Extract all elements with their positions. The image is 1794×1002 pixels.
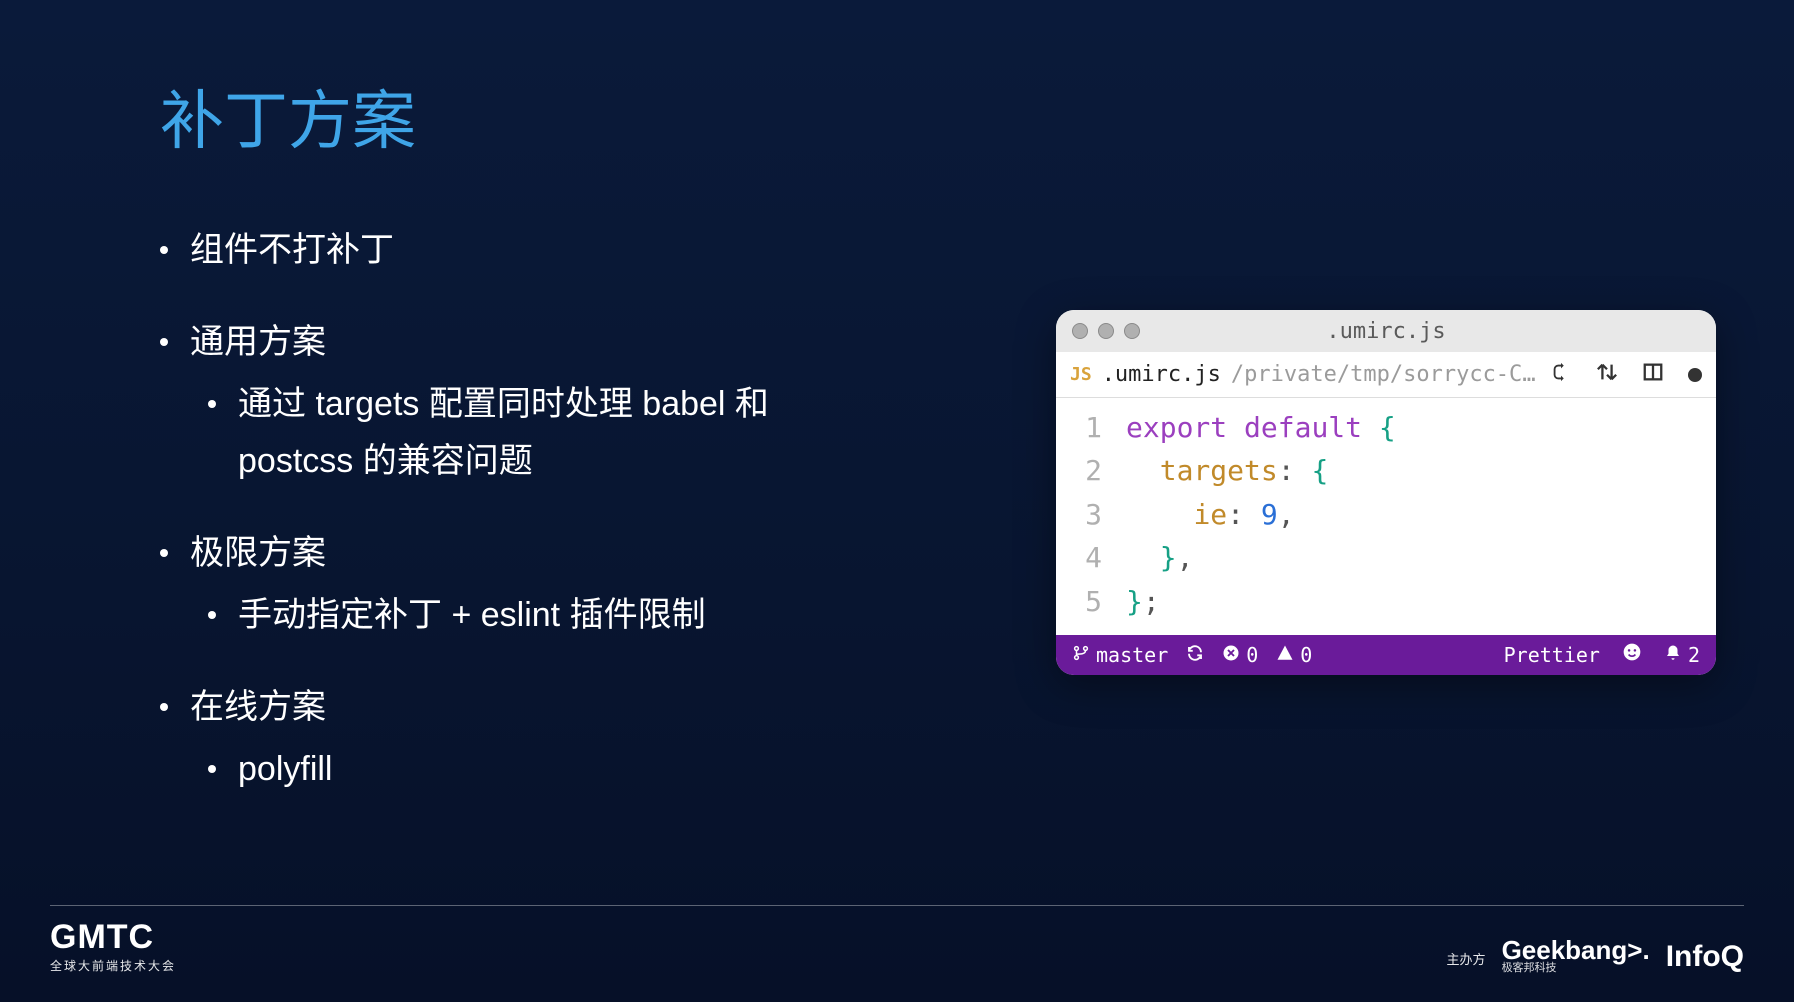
line-number: 3 bbox=[1056, 493, 1126, 536]
gmtc-text: GMTC bbox=[50, 918, 176, 957]
split-editor-icon[interactable] bbox=[1642, 361, 1664, 389]
notifications[interactable]: 2 bbox=[1664, 643, 1700, 667]
warnings-count[interactable]: 0 bbox=[1276, 643, 1312, 667]
gmtc-subtitle: 全球大前端技术大会 bbox=[50, 957, 176, 974]
editor-tabbar: JS .umirc.js /private/tmp/sorrycc-CB... bbox=[1056, 352, 1716, 398]
list-item: 组件不打补丁 bbox=[160, 222, 1634, 280]
bullet-icon bbox=[160, 549, 168, 557]
bullet-text: 通过 targets 配置同时处理 babel 和 postcss 的兼容问题 bbox=[238, 376, 798, 492]
geekbang-logo: Geekbang>. 极客邦科技 bbox=[1502, 937, 1650, 974]
error-icon bbox=[1222, 643, 1240, 667]
code-content: }; bbox=[1126, 580, 1716, 623]
code-line: 3 ie: 9, bbox=[1056, 493, 1716, 536]
code-line: 5 }; bbox=[1056, 580, 1716, 623]
warning-icon bbox=[1276, 643, 1294, 667]
sync-icon bbox=[1186, 643, 1204, 667]
code-content: }, bbox=[1126, 536, 1716, 579]
code-line: 1 export default { bbox=[1056, 406, 1716, 449]
line-number: 2 bbox=[1056, 449, 1126, 492]
bullet-text: 通用方案 bbox=[190, 314, 326, 372]
notifications-count: 2 bbox=[1688, 643, 1700, 667]
bullet-icon bbox=[208, 765, 216, 773]
line-number: 5 bbox=[1056, 580, 1126, 623]
branch-name: master bbox=[1096, 643, 1168, 667]
tab-actions bbox=[1550, 361, 1702, 389]
bullet-text: 在线方案 bbox=[190, 679, 326, 737]
line-number: 4 bbox=[1056, 536, 1126, 579]
git-branch[interactable]: master bbox=[1072, 643, 1168, 667]
branch-icon bbox=[1072, 643, 1090, 667]
geekbang-sub: 极客邦科技 bbox=[1502, 963, 1557, 974]
js-file-icon: JS bbox=[1070, 364, 1092, 385]
code-content: targets: { bbox=[1126, 449, 1716, 492]
code-area[interactable]: 1 export default { 2 targets: { 3 ie: 9,… bbox=[1056, 398, 1716, 635]
slide-title: 补丁方案 bbox=[160, 70, 1634, 162]
code-content: ie: 9, bbox=[1126, 493, 1716, 536]
bullet-icon bbox=[160, 703, 168, 711]
modified-indicator-icon bbox=[1688, 368, 1702, 382]
slide-footer: GMTC 全球大前端技术大会 主办方 Geekbang>. 极客邦科技 Info… bbox=[50, 905, 1744, 974]
bullet-text: 极限方案 bbox=[190, 525, 326, 583]
pull-request-icon[interactable] bbox=[1596, 361, 1618, 389]
sponsor-block: 主办方 Geekbang>. 极客邦科技 InfoQ bbox=[1447, 937, 1744, 974]
gmtc-logo: GMTC 全球大前端技术大会 bbox=[50, 918, 176, 974]
bullet-icon bbox=[208, 611, 216, 619]
bullet-text: 组件不打补丁 bbox=[190, 222, 394, 280]
code-line: 2 targets: { bbox=[1056, 449, 1716, 492]
warnings-number: 0 bbox=[1300, 643, 1312, 667]
bullet-icon bbox=[208, 400, 216, 408]
code-line: 4 }, bbox=[1056, 536, 1716, 579]
sponsor-label: 主办方 bbox=[1447, 949, 1486, 968]
sync-button[interactable] bbox=[1186, 643, 1204, 667]
smiley-icon[interactable] bbox=[1622, 642, 1642, 667]
window-filename: .umirc.js bbox=[1056, 319, 1716, 344]
bell-icon bbox=[1664, 643, 1682, 667]
tab-filename[interactable]: .umirc.js bbox=[1102, 362, 1221, 387]
geekbang-text: Geekbang>. bbox=[1502, 937, 1650, 963]
bullet-icon bbox=[160, 246, 168, 254]
status-bar: master 0 bbox=[1056, 635, 1716, 675]
line-number: 1 bbox=[1056, 406, 1126, 449]
window-titlebar: .umirc.js bbox=[1056, 310, 1716, 352]
errors-number: 0 bbox=[1246, 643, 1258, 667]
code-content: export default { bbox=[1126, 406, 1716, 449]
errors-count[interactable]: 0 bbox=[1222, 643, 1258, 667]
formatter-label[interactable]: Prettier bbox=[1504, 643, 1600, 667]
code-editor-window: .umirc.js JS .umirc.js /private/tmp/sorr… bbox=[1056, 310, 1716, 675]
list-item: polyfill bbox=[160, 741, 1634, 799]
bullet-text: polyfill bbox=[238, 741, 332, 799]
bullet-icon bbox=[160, 338, 168, 346]
tab-path: /private/tmp/sorrycc-CB... bbox=[1231, 362, 1540, 387]
slide: 补丁方案 组件不打补丁 通用方案 通过 targets 配置同时处理 babel… bbox=[0, 0, 1794, 1002]
list-item: 在线方案 polyfill bbox=[160, 679, 1634, 799]
infoq-logo: InfoQ bbox=[1666, 940, 1744, 974]
git-compare-icon[interactable] bbox=[1550, 361, 1572, 389]
bullet-text: 手动指定补丁 + eslint 插件限制 bbox=[238, 587, 706, 645]
